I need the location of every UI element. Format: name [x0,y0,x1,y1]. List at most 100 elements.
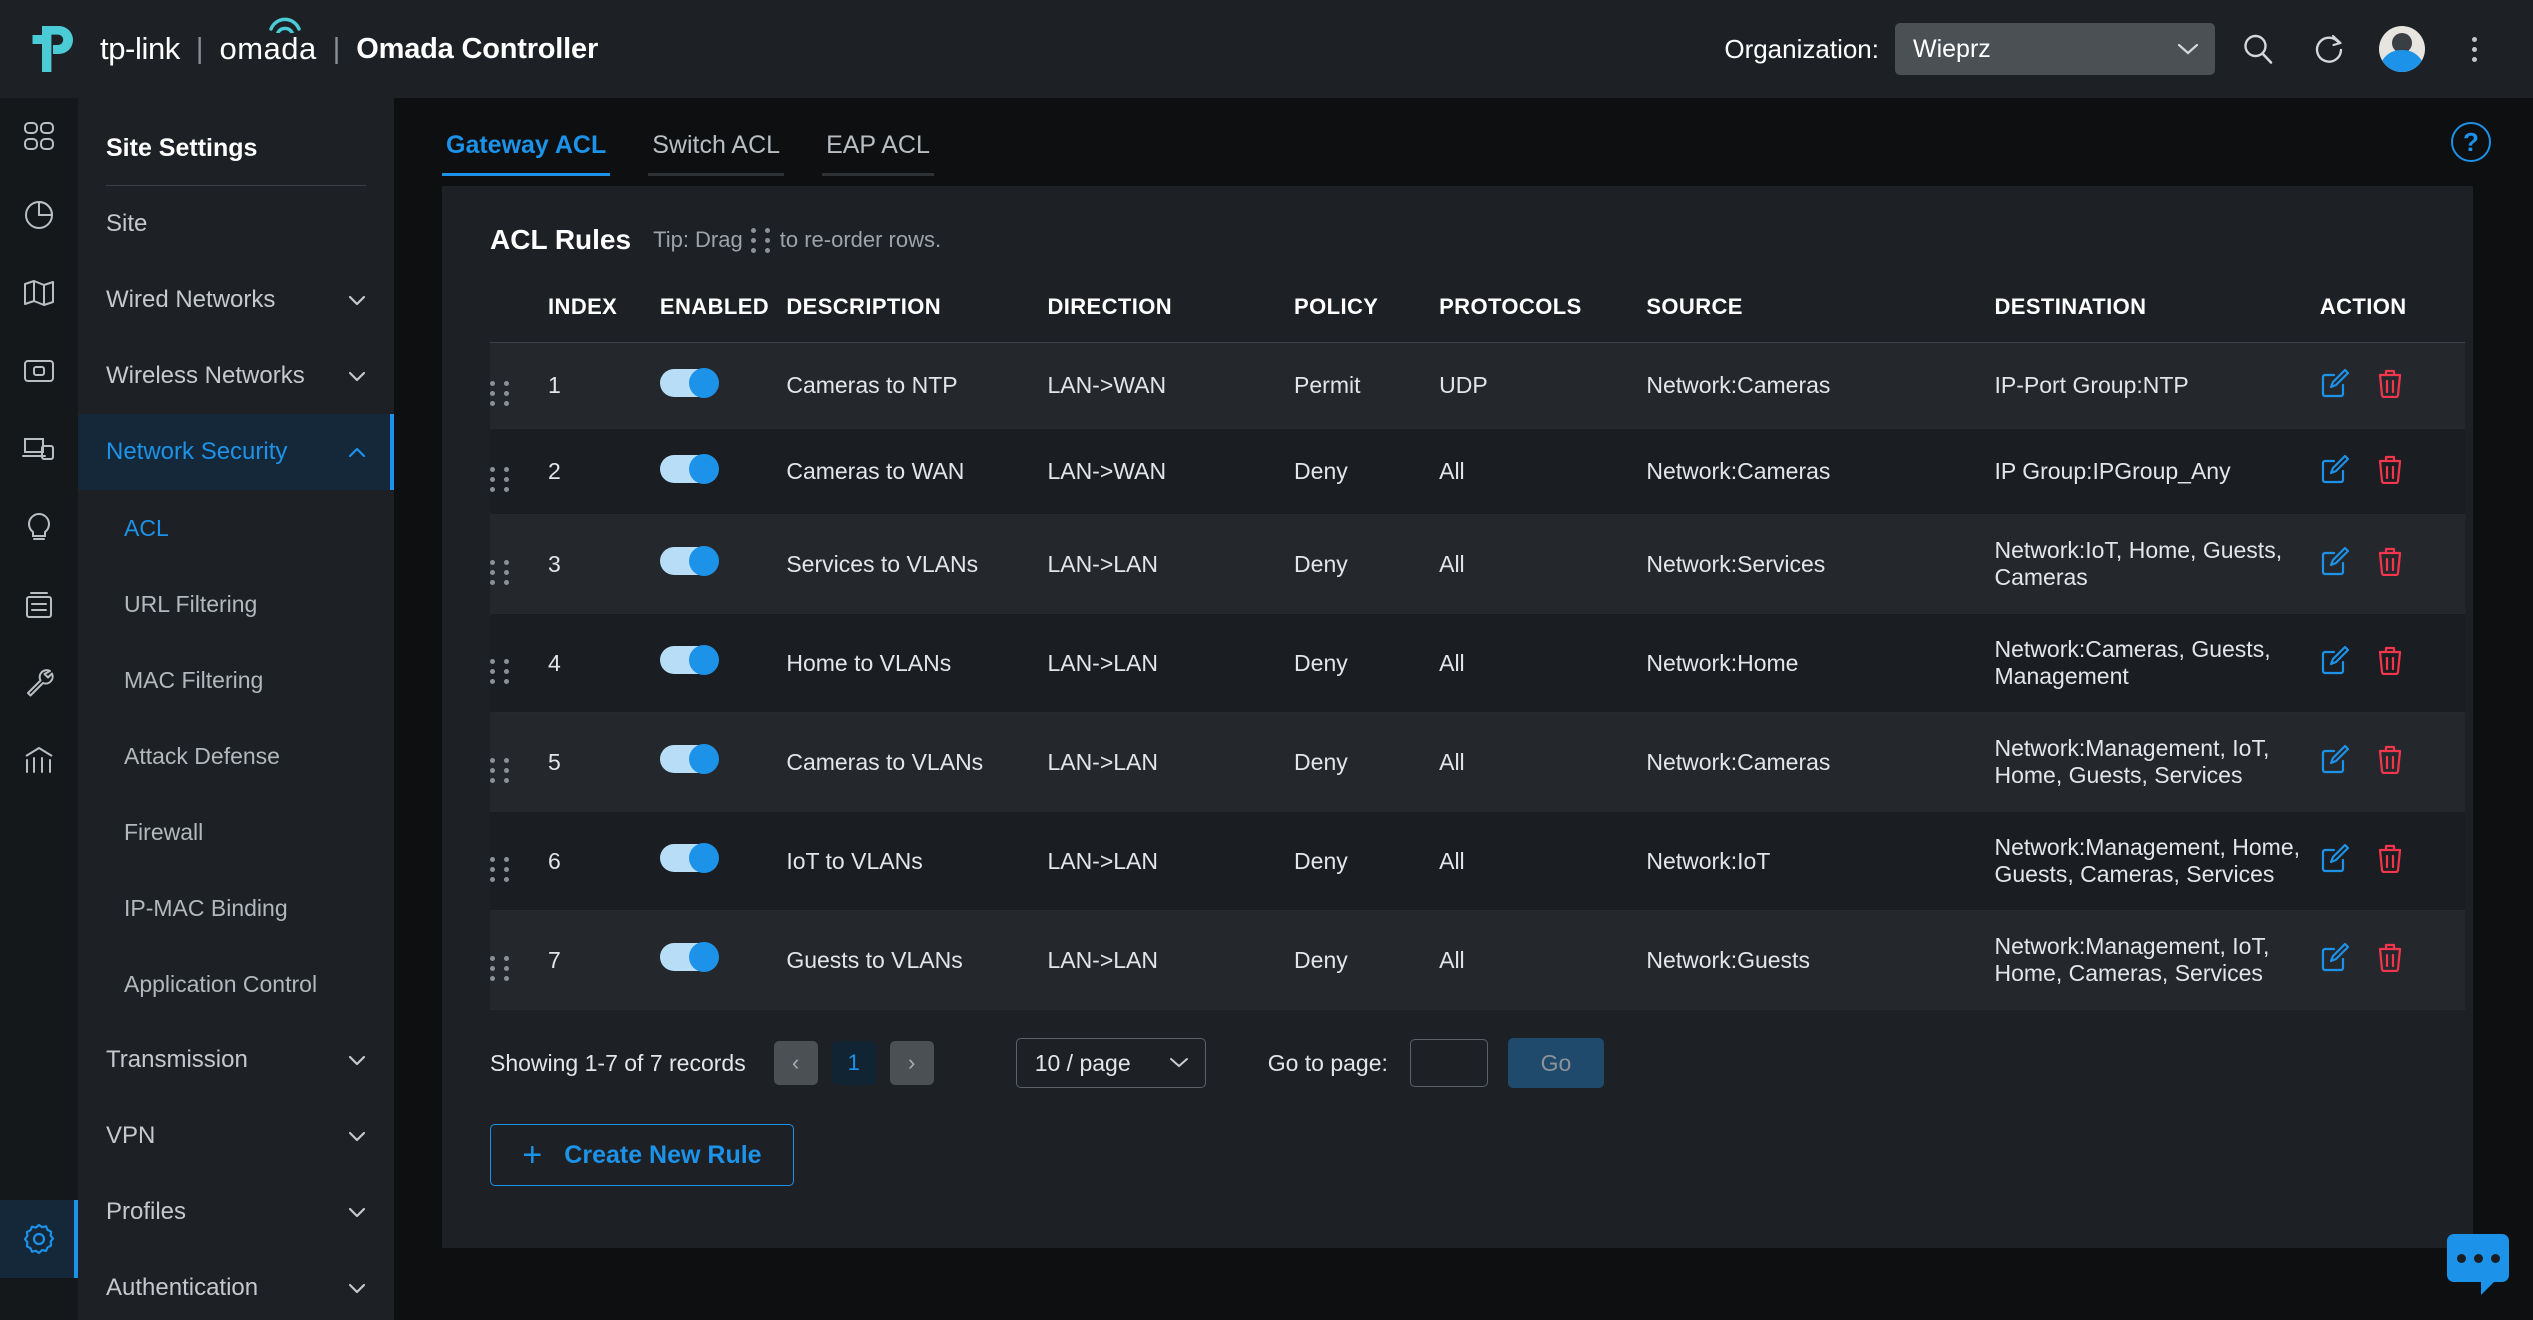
row-enabled-toggle[interactable] [659,712,787,812]
rail-item-map[interactable] [0,254,78,332]
sidebar-item-application-control[interactable]: Application Control [78,946,394,1022]
sidebar-item-url-filtering[interactable]: URL Filtering [78,566,394,642]
row-drag-handle[interactable] [490,613,549,713]
rail-item-statistics[interactable] [0,176,78,254]
enabled-toggle[interactable] [659,744,719,774]
row-drag-handle[interactable] [490,342,549,429]
row-enabled-toggle[interactable] [659,910,787,1010]
rail-item-reports[interactable] [0,722,78,800]
drag-handle-icon[interactable] [490,658,511,684]
drag-handle-icon[interactable] [490,467,511,492]
tab-switch-acl[interactable]: Switch ACL [648,131,785,176]
chat-bubble-icon[interactable] [2447,1234,2509,1295]
row-destination-link[interactable]: Network:Management, IoT, Home, Cameras, … [1994,910,2320,1010]
tab-eap-acl[interactable]: EAP ACL [822,131,934,176]
goto-page-input[interactable] [1409,1039,1488,1087]
rail-item-tools[interactable] [0,644,78,722]
search-button[interactable] [2229,20,2287,78]
rail-item-log[interactable] [0,566,78,644]
enabled-toggle[interactable] [659,942,719,972]
sidebar-item-attack-defense[interactable]: Attack Defense [78,718,394,794]
row-drag-handle[interactable] [490,712,549,812]
edit-icon[interactable] [2320,645,2350,681]
drag-handle-icon[interactable] [490,856,511,882]
row-source-link[interactable]: Network:Cameras [1646,428,1995,515]
row-destination-link[interactable]: Network:Cameras, Guests, Management [1994,613,2320,713]
user-avatar-button[interactable] [2373,20,2431,78]
sidebar-item-ip-mac-binding[interactable]: IP-MAC Binding [78,870,394,946]
rail-item-dashboard[interactable] [0,98,78,176]
row-enabled-toggle[interactable] [659,342,787,429]
go-button[interactable]: Go [1507,1038,1604,1088]
tab-gateway-acl[interactable]: Gateway ACL [442,131,611,176]
row-source-link[interactable]: Network:Guests [1646,910,1995,1010]
sidebar-item-wireless-networks[interactable]: Wireless Networks [78,338,394,414]
refresh-button[interactable] [2301,20,2359,78]
row-enabled-toggle[interactable] [659,811,787,911]
row-source-link[interactable]: Network:Cameras [1646,712,1995,812]
prev-page-button[interactable]: ‹ [773,1041,818,1085]
delete-icon[interactable] [2376,942,2404,978]
delete-icon[interactable] [2376,843,2404,879]
sidebar-item-authentication[interactable]: Authentication [78,1250,394,1320]
help-question-icon[interactable]: ? [2451,122,2491,162]
more-menu-button[interactable] [2445,20,2503,78]
row-destination-link[interactable]: IP-Port Group:NTP [1994,342,2320,429]
row-drag-handle[interactable] [490,910,549,1010]
drag-handle-icon[interactable] [490,381,511,406]
next-page-button[interactable]: › [889,1041,934,1085]
row-drag-handle[interactable] [490,811,549,911]
delete-icon[interactable] [2376,546,2404,582]
sidebar-item-acl[interactable]: ACL [78,490,394,566]
sidebar-item-transmission[interactable]: Transmission [78,1022,394,1098]
row-destination-link[interactable]: IP Group:IPGroup_Any [1994,428,2320,515]
page-1-button[interactable]: 1 [831,1041,876,1085]
row-source-link[interactable]: Network:IoT [1646,811,1995,911]
row-drag-handle[interactable] [490,514,549,614]
edit-icon[interactable] [2320,368,2350,404]
row-destination-link[interactable]: Network:Management, Home, Guests, Camera… [1994,811,2320,911]
brand-separator-2: | [332,32,341,65]
sidebar-item-mac-filtering[interactable]: MAC Filtering [78,642,394,718]
sidebar-item-network-security[interactable]: Network Security [78,414,394,490]
delete-icon[interactable] [2376,645,2404,681]
row-source-link[interactable]: Network:Services [1646,514,1995,614]
sidebar-item-wired-networks[interactable]: Wired Networks [78,262,394,338]
delete-icon[interactable] [2376,744,2404,780]
row-drag-handle[interactable] [490,428,549,515]
rail-item-clients[interactable] [0,410,78,488]
row-destination-link[interactable]: Network:IoT, Home, Guests, Cameras [1994,514,2320,614]
rail-item-settings[interactable] [0,1200,78,1278]
row-source-link[interactable]: Network:Home [1646,613,1995,713]
delete-icon[interactable] [2376,368,2404,404]
sidebar-item-site[interactable]: Site [78,186,394,262]
rail-item-devices[interactable] [0,332,78,410]
create-new-rule-button[interactable]: + Create New Rule [490,1124,794,1186]
row-enabled-toggle[interactable] [659,428,787,515]
organization-select[interactable]: Wieprz [1895,23,2215,75]
edit-icon[interactable] [2320,454,2350,490]
rail-item-insight[interactable] [0,488,78,566]
row-actions [2319,712,2465,812]
drag-handle-icon[interactable] [490,955,511,981]
enabled-toggle[interactable] [659,367,719,398]
row-destination-link[interactable]: Network:Management, IoT, Home, Guests, S… [1994,712,2320,812]
row-enabled-toggle[interactable] [659,514,787,614]
enabled-toggle[interactable] [659,546,719,576]
edit-icon[interactable] [2320,942,2350,978]
enabled-toggle[interactable] [659,453,719,484]
page-size-select[interactable]: 10 / page [1015,1038,1206,1088]
enabled-toggle[interactable] [659,843,719,873]
sidebar-item-vpn[interactable]: VPN [78,1098,394,1174]
edit-icon[interactable] [2320,546,2350,582]
edit-icon[interactable] [2320,744,2350,780]
sidebar-item-firewall[interactable]: Firewall [78,794,394,870]
sidebar-item-profiles[interactable]: Profiles [78,1174,394,1250]
edit-icon[interactable] [2320,843,2350,879]
drag-handle-icon[interactable] [490,559,511,585]
row-enabled-toggle[interactable] [659,613,787,713]
row-source-link[interactable]: Network:Cameras [1646,342,1995,429]
delete-icon[interactable] [2376,454,2404,490]
drag-handle-icon[interactable] [490,757,511,783]
enabled-toggle[interactable] [659,645,719,675]
